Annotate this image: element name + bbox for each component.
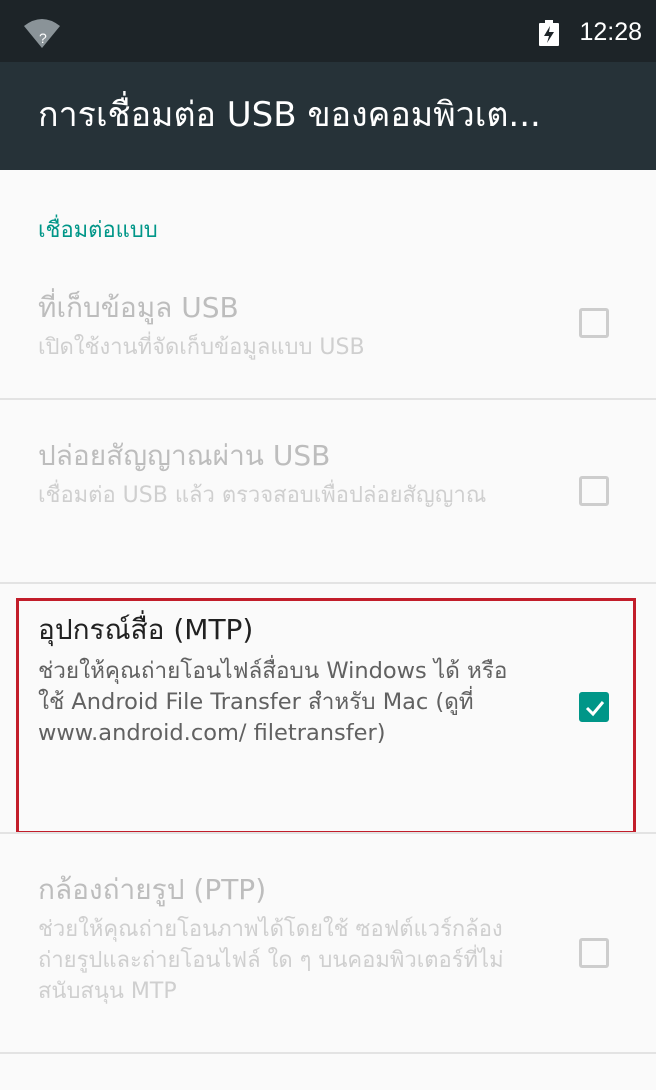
option-title: ที่เก็บข้อมูล USB xyxy=(38,291,239,324)
option-summary: เปิดใช้งานที่จัดเก็บข้อมูลแบบ USB xyxy=(38,335,365,360)
section-header: เชื่อมต่อแบบ xyxy=(38,218,158,243)
page-title: การเชื่อมต่อ USB ของคอมพิวเต... xyxy=(38,95,541,135)
option-summary: ช่วยให้คุณถ่ายโอนภาพได้โดยใช้ ซอฟต์แวร์ก… xyxy=(38,917,504,1004)
usb-storage-checkbox[interactable] xyxy=(579,308,609,338)
option-title: ปล่อยสัญญาณผ่าน USB xyxy=(38,439,331,472)
ptp-checkbox[interactable] xyxy=(579,938,609,968)
usb-tethering-checkbox[interactable] xyxy=(579,476,609,506)
toolbar: การเชื่อมต่อ USB ของคอมพิวเต... xyxy=(0,62,656,170)
clock: 12:28 xyxy=(579,18,642,46)
option-ptp[interactable]: กล้องถ่ายรูป (PTP) ช่วยให้คุณถ่ายโอนภาพไ… xyxy=(0,834,656,1052)
battery-charging-icon xyxy=(539,20,559,46)
option-summary: เชื่อมต่อ USB แล้ว ตรวจสอบเพื่อปล่อยสัญญ… xyxy=(38,483,487,508)
status-bar: ? 12:28 xyxy=(0,0,656,62)
divider xyxy=(0,1052,656,1054)
svg-text:?: ? xyxy=(39,30,47,46)
option-title: กล้องถ่ายรูป (PTP) xyxy=(38,873,267,906)
wifi-unknown-icon: ? xyxy=(24,19,60,48)
highlight-box xyxy=(16,598,636,834)
option-usb-storage[interactable]: ที่เก็บข้อมูล USB เปิดใช้งานที่จัดเก็บข้… xyxy=(0,268,656,398)
option-usb-tethering[interactable]: ปล่อยสัญญาณผ่าน USB เชื่อมต่อ USB แล้ว ต… xyxy=(0,400,656,584)
